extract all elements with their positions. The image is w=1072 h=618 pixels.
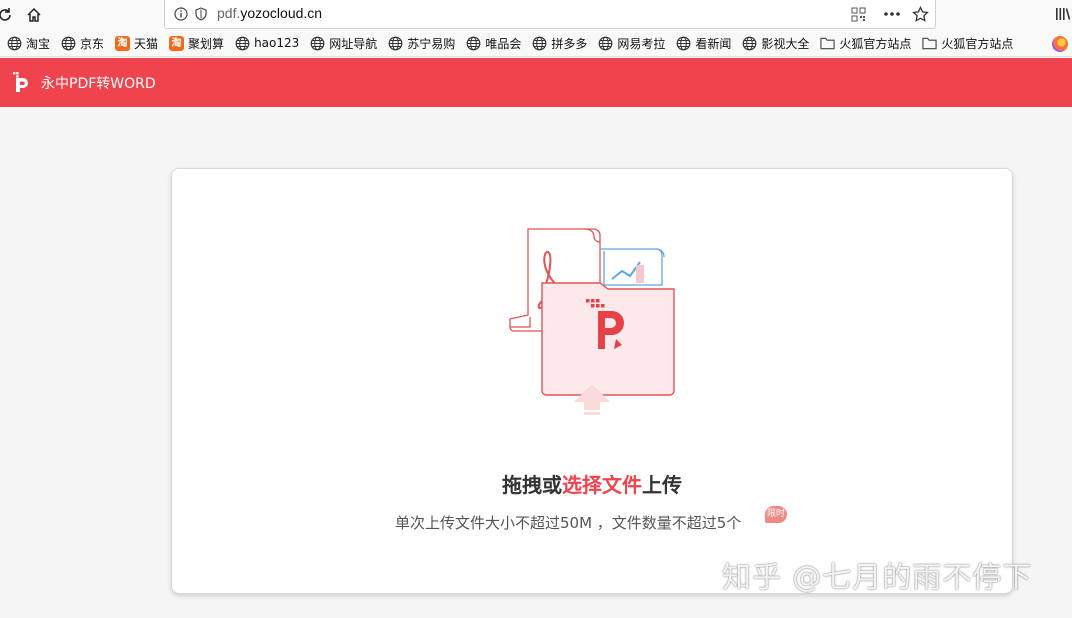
more-icon[interactable] (883, 5, 901, 23)
taobao-icon: 淘 (169, 35, 185, 51)
bookmark-label: 拼多多 (551, 36, 588, 51)
bookmark-item[interactable]: 苏宁易购 (381, 32, 459, 54)
bookmark-label: 唯品会 (485, 36, 522, 51)
url-bar[interactable]: pdf.yozocloud.cn (164, 0, 936, 29)
bookmark-item[interactable]: 火狐官方站点 (813, 32, 915, 54)
bookmark-label: 聚划算 (188, 36, 225, 51)
app-header: 永中PDF转WORD (0, 58, 1072, 107)
bookmark-label: 看新闻 (695, 36, 732, 51)
bookmark-label: 火狐官方站点 (941, 36, 1014, 51)
home-icon[interactable] (23, 4, 45, 26)
upload-folder-illustration (508, 227, 678, 422)
bookmark-label: hao123 (254, 36, 300, 50)
limited-time-badge: 限时 (765, 506, 787, 523)
globe-icon (466, 36, 481, 51)
qr-code-icon[interactable] (849, 5, 867, 23)
globe-icon (742, 36, 757, 51)
bookmark-item[interactable]: 拼多多 (525, 32, 591, 54)
globe-icon (532, 36, 547, 51)
globe-icon (598, 36, 613, 51)
bookmark-item[interactable]: 京东 (54, 32, 108, 54)
globe-icon (61, 36, 76, 51)
url-text: pdf.yozocloud.cn (217, 5, 323, 21)
bookmark-item[interactable]: 淘聚划算 (162, 32, 228, 54)
reload-icon[interactable] (0, 4, 16, 26)
upload-title: 拖拽或选择文件上传 (502, 473, 682, 497)
bookmarks-bar: 淘宝 京东淘天猫淘聚划算 hao123 网址导航 苏宁易购 唯品会 拼多多 网易考拉 看新闻 影视… (0, 30, 1072, 57)
bookmark-label: 网易考拉 (617, 36, 666, 51)
globe-icon (388, 36, 403, 51)
bookmark-item[interactable]: 唯品会 (459, 32, 525, 54)
bookmark-label: 天猫 (134, 36, 159, 51)
watermark: 知乎 @七月的雨不停下 (722, 560, 1033, 594)
app-title: 永中PDF转WORD (41, 76, 156, 92)
bookmark-label: 苏宁易购 (407, 36, 456, 51)
globe-icon (7, 36, 22, 51)
upload-limits-text: 单次上传文件大小不超过50M ，文件数量不超过5个 (395, 514, 742, 532)
bookmark-item[interactable]: 淘宝 (0, 32, 54, 54)
globe-icon (235, 36, 250, 51)
info-icon[interactable] (172, 5, 190, 23)
browser-toolbar: pdf.yozocloud.cn (0, 0, 1072, 30)
bookmark-item[interactable]: 火狐官方站点 (915, 32, 1017, 54)
globe-icon (310, 36, 325, 51)
yozo-logo-icon[interactable] (11, 71, 33, 93)
bookmark-item[interactable]: 淘天猫 (108, 32, 162, 54)
bookmark-label: 网址导航 (329, 36, 378, 51)
star-bookmark-icon[interactable] (911, 5, 929, 23)
taobao-icon: 淘 (115, 35, 131, 51)
bookmark-item[interactable]: 网址导航 (303, 32, 381, 54)
bookmark-label: 火狐官方站点 (839, 36, 912, 51)
firefox-icon[interactable] (1052, 36, 1068, 52)
bookmark-label: 影视大全 (761, 36, 810, 51)
bookmark-item[interactable]: 网易考拉 (591, 32, 669, 54)
bookmark-item[interactable]: 影视大全 (735, 32, 813, 54)
folder-icon (820, 36, 836, 51)
globe-icon (676, 36, 691, 51)
shield-icon[interactable] (192, 5, 210, 23)
upload-dropzone[interactable]: 拖拽或选择文件上传 单次上传文件大小不超过50M ，文件数量不超过5个 限时 (171, 168, 1013, 594)
library-icon[interactable] (1054, 5, 1072, 23)
bookmark-label: 京东 (80, 36, 105, 51)
bookmark-item[interactable]: hao123 (228, 32, 303, 54)
folder-icon (922, 36, 938, 51)
bookmark-item[interactable]: 看新闻 (669, 32, 735, 54)
bookmark-label: 淘宝 (26, 36, 51, 51)
select-file-link[interactable]: 选择文件 (562, 473, 642, 497)
